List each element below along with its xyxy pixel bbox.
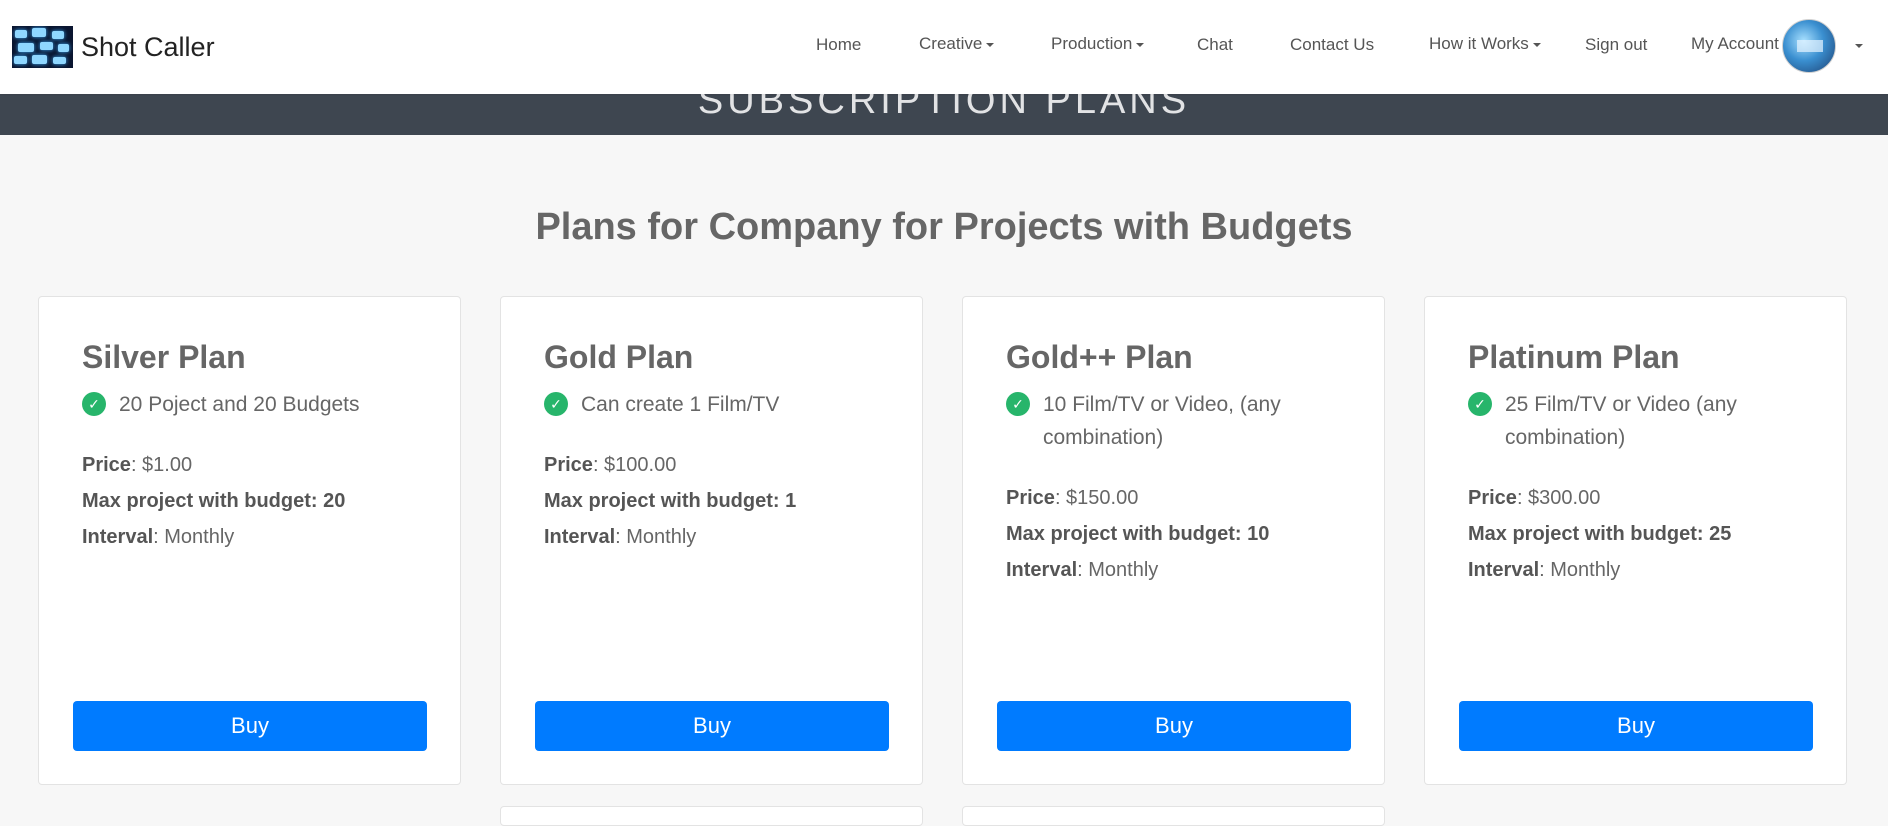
price-label: Price: [544, 454, 593, 476]
page-hero-banner: SUBSCRIPTION PLANS: [0, 94, 1888, 135]
nav-contact-us-label: Contact Us: [1290, 35, 1375, 54]
plan-name: Gold Plan: [544, 339, 694, 375]
max-project-label: Max project with budget: 1: [544, 490, 797, 512]
nav-creative[interactable]: Creative: [919, 34, 995, 54]
check-circle-icon: ✓: [1468, 392, 1492, 416]
plan-feature-text: 10 Film/TV or Video, (any combination): [1043, 393, 1281, 449]
top-navbar: Shot Caller Home Creative Production Cha…: [0, 0, 1888, 94]
plan-card-gold: Gold Plan ✓ Can create 1 Film/TV Price: …: [500, 296, 923, 785]
interval-label: Interval: [1006, 559, 1078, 581]
max-project-label: Max project with budget: 25: [1468, 523, 1732, 545]
interval-value: : Monthly: [153, 526, 235, 548]
plan-card-next-row: [500, 806, 923, 826]
plan-feature-text: Can create 1 Film/TV: [581, 393, 780, 416]
nav-production[interactable]: Production: [1051, 34, 1145, 54]
buy-button-platinum[interactable]: Buy: [1459, 701, 1813, 751]
price-value: : $150.00: [1054, 487, 1139, 509]
caret-down-icon: [1136, 42, 1145, 47]
price-value: : $100.00: [592, 454, 677, 476]
interval-value: : Monthly: [615, 526, 697, 548]
interval-value: : Monthly: [1077, 559, 1159, 581]
plan-details: Price: $300.00 Max project with budget: …: [1468, 480, 1828, 588]
caret-down-icon: [986, 42, 995, 47]
brand-logo: [12, 26, 73, 68]
check-circle-icon: ✓: [82, 392, 106, 416]
nav-my-account[interactable]: My Account: [1691, 34, 1779, 54]
nav-creative-label: Creative: [919, 34, 983, 53]
user-avatar[interactable]: [1782, 19, 1836, 73]
plan-card-silver: Silver Plan ✓ 20 Poject and 20 Budgets P…: [38, 296, 461, 785]
nav-home[interactable]: Home: [816, 35, 861, 55]
nav-sign-out[interactable]: Sign out: [1585, 35, 1647, 55]
max-project-label: Max project with budget: 10: [1006, 523, 1270, 545]
interval-label: Interval: [544, 526, 616, 548]
plan-name: Platinum Plan: [1468, 339, 1680, 375]
brand-name: Shot Caller: [81, 31, 215, 62]
plan-feature-text: 20 Poject and 20 Budgets: [119, 393, 360, 416]
plan-card-next-row: [962, 806, 1385, 826]
plan-feature: ✓ 25 Film/TV or Video (any combination): [1468, 392, 1818, 454]
plan-card-platinum: Platinum Plan ✓ 25 Film/TV or Video (any…: [1424, 296, 1847, 785]
section-title: Plans for Company for Projects with Budg…: [535, 206, 1353, 248]
plan-feature: ✓ 10 Film/TV or Video, (any combination): [1006, 392, 1356, 454]
nav-production-label: Production: [1051, 34, 1133, 53]
nav-how-it-works-label: How it Works: [1429, 34, 1529, 53]
buy-button-silver[interactable]: Buy: [73, 701, 427, 751]
check-circle-icon: ✓: [1006, 392, 1030, 416]
interval-label: Interval: [1468, 559, 1540, 581]
price-label: Price: [82, 454, 131, 476]
price-value: : $1.00: [130, 454, 193, 476]
plan-name: Silver Plan: [82, 339, 246, 375]
check-circle-icon: ✓: [544, 392, 568, 416]
nav-chat-label: Chat: [1197, 35, 1233, 54]
nav-chat[interactable]: Chat: [1197, 35, 1233, 55]
plan-feature: ✓ Can create 1 Film/TV: [544, 392, 894, 421]
nav-my-account-label: My Account: [1691, 34, 1779, 53]
caret-down-icon: [1532, 42, 1541, 47]
brand[interactable]: Shot Caller: [12, 26, 215, 68]
price-label: Price: [1468, 487, 1517, 509]
plan-name: Gold++ Plan: [1006, 339, 1193, 375]
max-project-label: Max project with budget: 20: [82, 490, 346, 512]
plan-details: Price: $150.00 Max project with budget: …: [1006, 480, 1366, 588]
nav-contact-us[interactable]: Contact Us: [1290, 35, 1374, 55]
plan-feature-text: 25 Film/TV or Video (any combination): [1505, 393, 1737, 449]
account-caret-down-icon[interactable]: [1855, 44, 1863, 48]
plan-details: Price: $100.00 Max project with budget: …: [544, 447, 904, 555]
hero-title: SUBSCRIPTION PLANS: [697, 94, 1191, 122]
plan-details: Price: $1.00 Max project with budget: 20…: [82, 447, 442, 555]
nav-sign-out-label: Sign out: [1585, 35, 1648, 54]
nav-how-it-works[interactable]: How it Works: [1429, 34, 1541, 54]
nav-home-label: Home: [816, 35, 862, 54]
buy-button-gold-plus-plus[interactable]: Buy: [997, 701, 1351, 751]
buy-button-gold[interactable]: Buy: [535, 701, 889, 751]
price-value: : $300.00: [1516, 487, 1601, 509]
plan-feature: ✓ 20 Poject and 20 Budgets: [82, 392, 432, 421]
interval-value: : Monthly: [1539, 559, 1621, 581]
plan-card-gold-plus-plus: Gold++ Plan ✓ 10 Film/TV or Video, (any …: [962, 296, 1385, 785]
price-label: Price: [1006, 487, 1055, 509]
interval-label: Interval: [82, 526, 154, 548]
